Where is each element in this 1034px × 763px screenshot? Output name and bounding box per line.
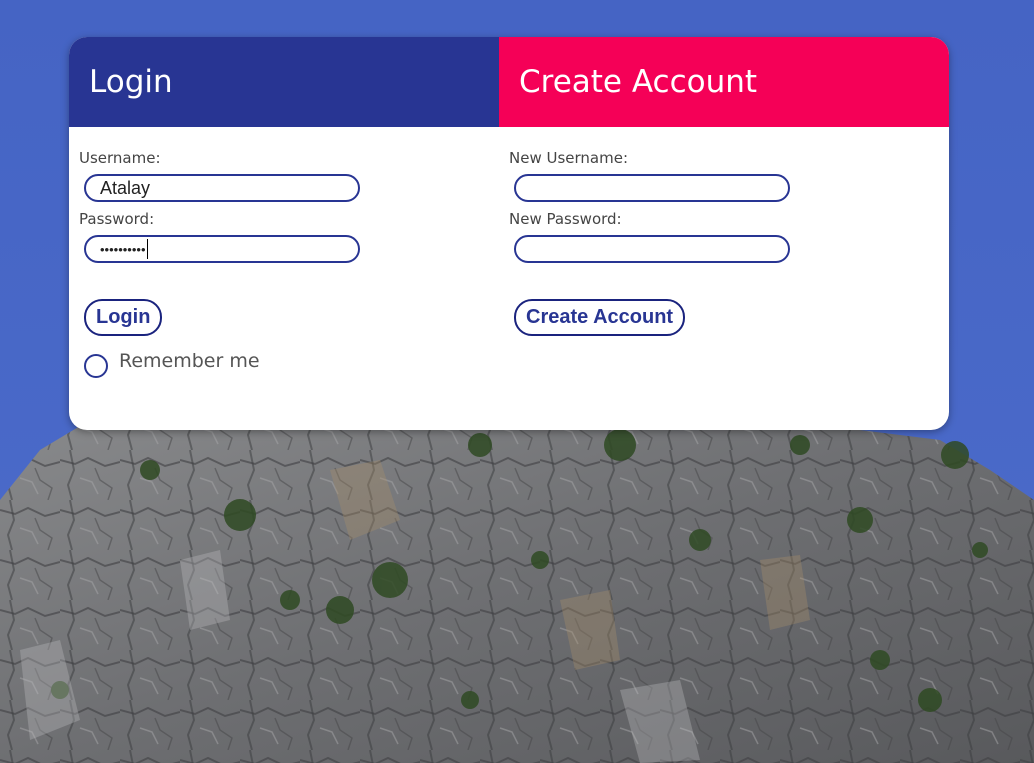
tab-login[interactable]: Login bbox=[69, 37, 499, 127]
remember-me-label: Remember me bbox=[119, 350, 260, 372]
password-input[interactable]: •••••••••• bbox=[84, 235, 360, 263]
remember-me-radio[interactable] bbox=[84, 354, 108, 378]
tab-bar: Login Create Account bbox=[69, 37, 949, 127]
password-value: •••••••••• bbox=[100, 241, 146, 257]
password-label: Password: bbox=[79, 210, 155, 228]
auth-card: Login Create Account Username: Atalay Pa… bbox=[69, 37, 949, 430]
tab-create-account[interactable]: Create Account bbox=[499, 37, 949, 127]
username-value: Atalay bbox=[100, 177, 151, 198]
username-input[interactable]: Atalay bbox=[84, 174, 360, 202]
username-label: Username: bbox=[79, 149, 161, 167]
new-password-label: New Password: bbox=[509, 210, 622, 228]
new-username-input[interactable] bbox=[514, 174, 790, 202]
remember-me: Remember me bbox=[84, 348, 260, 378]
new-username-label: New Username: bbox=[509, 149, 629, 167]
text-cursor bbox=[146, 239, 148, 259]
new-password-input[interactable] bbox=[514, 235, 790, 263]
login-button[interactable]: Login bbox=[84, 299, 163, 336]
create-account-panel: New Username: New Password: Create Accou… bbox=[499, 127, 949, 430]
create-account-button[interactable]: Create Account bbox=[514, 299, 686, 336]
login-panel: Username: Atalay Password: •••••••••• Lo… bbox=[69, 127, 499, 430]
